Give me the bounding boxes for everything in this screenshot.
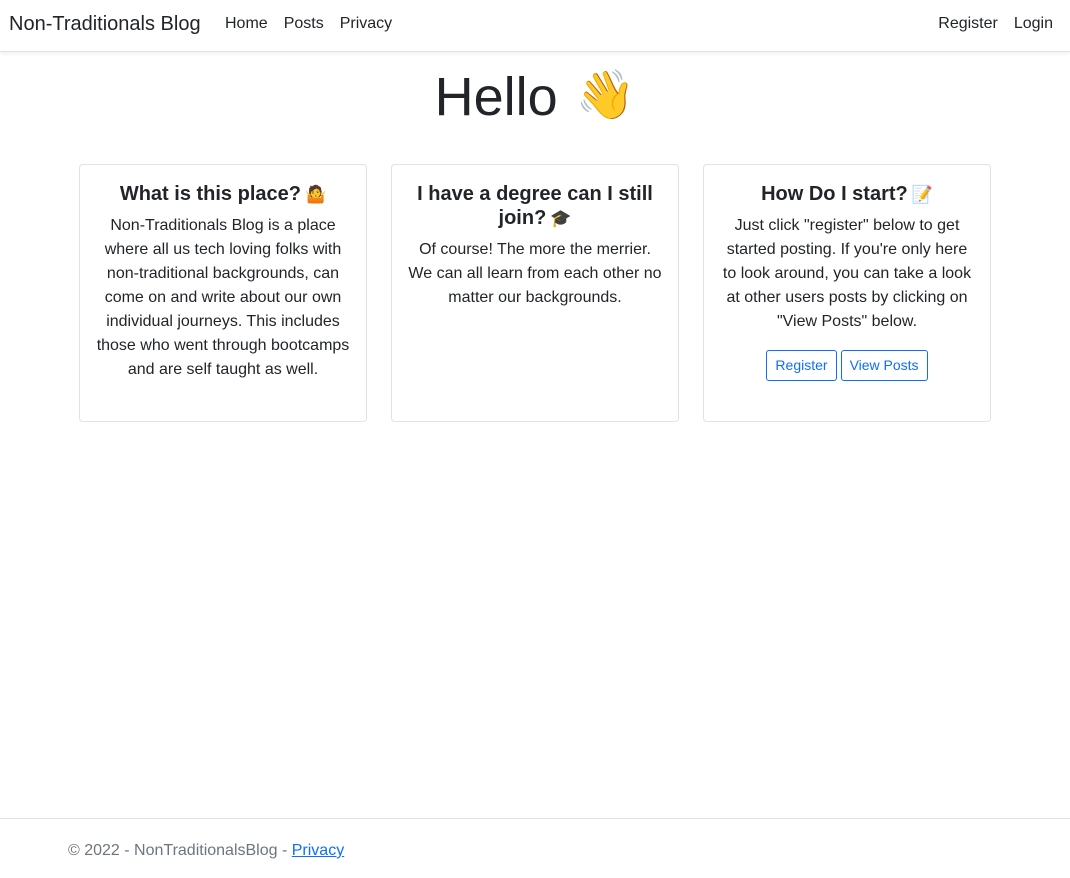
card-what-is-this-place: What is this place? 🤷 Non-Traditionals Bl… [79,164,367,422]
card-degree-join: I have a degree can I still join? 🎓 Of co… [391,164,679,422]
footer-privacy-link[interactable]: Privacy [292,842,344,859]
card-title-text: What is this place? [119,183,301,205]
nav-link-login[interactable]: Login [1014,15,1053,33]
nav-link-register[interactable]: Register [938,15,998,33]
card-button-row: Register View Posts [720,350,974,381]
card-text: Just click "register" below to get start… [722,217,972,330]
nav-link-home[interactable]: Home [225,15,268,33]
memo-icon: 📝 [911,185,933,204]
card-title: How Do I start? 📝 [720,182,974,207]
footer-text: © 2022 - NonTraditionalsBlog - Privacy [68,842,344,860]
navbar: Non-Traditionals Blog Home Posts Privacy… [0,0,1070,52]
nav-link-posts[interactable]: Posts [284,15,324,33]
graduation-cap-icon: 🎓 [550,209,572,228]
card-title-text: How Do I start? [761,183,908,205]
navbar-brand[interactable]: Non-Traditionals Blog [9,13,201,36]
card-title: I have a degree can I still join? 🎓 [408,182,662,231]
card-title-text: I have a degree can I still join? [417,183,653,229]
card-text: Non-Traditionals Blog is a place where a… [96,217,350,378]
hero-title-text: Hello [434,67,558,127]
nav-link-privacy[interactable]: Privacy [340,15,392,33]
card-how-to-start: How Do I start? 📝 Just click "register" b… [703,164,991,422]
shrug-icon: 🤷 [304,185,327,204]
footer: © 2022 - NonTraditionalsBlog - Privacy [0,818,1070,878]
card-text: Of course! The more the merrier. We can … [408,241,662,306]
register-button[interactable]: Register [766,350,837,381]
nav-left-links: Home Posts Privacy [225,15,392,33]
nav-right-links: Register Login [938,15,1053,33]
footer-copyright: © 2022 - NonTraditionalsBlog - [68,842,292,859]
card-title: What is this place? 🤷 [96,182,350,207]
waving-hand-icon: 👋 [575,69,636,122]
view-posts-button[interactable]: View Posts [840,350,928,381]
hero-title: Hello 👋 [0,67,1070,127]
